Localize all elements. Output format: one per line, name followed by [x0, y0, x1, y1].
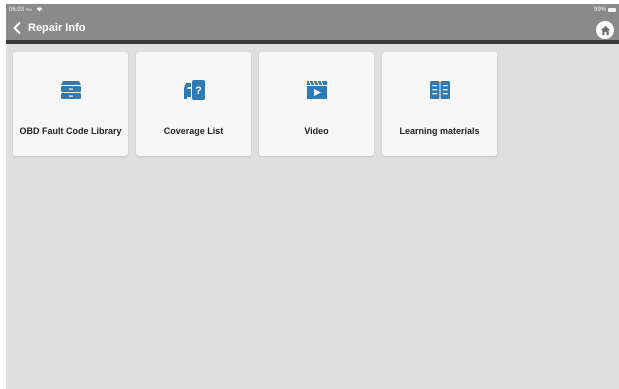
repair-info-grid: OBD Fault Code Library ? Coverage List V…	[13, 52, 497, 156]
card-label: Learning materials	[399, 126, 480, 136]
back-button[interactable]	[6, 13, 28, 42]
home-button[interactable]	[596, 21, 614, 39]
drawer-icon	[60, 79, 82, 101]
card-label: Video	[304, 126, 329, 136]
status-time: 06:03 PM	[9, 6, 32, 13]
app-header: Repair Info	[6, 15, 619, 44]
page-title: Repair Info	[28, 21, 86, 34]
card-obd-fault-code-library[interactable]: OBD Fault Code Library	[13, 52, 128, 156]
clapperboard-play-icon	[306, 79, 328, 101]
card-learning-materials[interactable]: Learning materials	[382, 52, 497, 156]
app-screen: 06:03 PM 99% Repair Info OBD Fault Code …	[6, 4, 619, 389]
car-question-icon: ?	[182, 79, 206, 101]
svg-text:?: ?	[195, 85, 202, 97]
wifi-icon	[36, 7, 43, 12]
battery-percent: 99%	[593, 6, 606, 13]
open-book-icon	[429, 79, 451, 101]
card-label: OBD Fault Code Library	[19, 126, 122, 136]
chevron-left-icon	[13, 21, 21, 34]
card-label: Coverage List	[163, 126, 224, 136]
home-icon	[600, 25, 610, 35]
status-bar: 06:03 PM 99%	[6, 4, 619, 15]
card-coverage-list[interactable]: ? Coverage List	[136, 52, 251, 156]
battery-icon	[608, 7, 616, 12]
card-video[interactable]: Video	[259, 52, 374, 156]
